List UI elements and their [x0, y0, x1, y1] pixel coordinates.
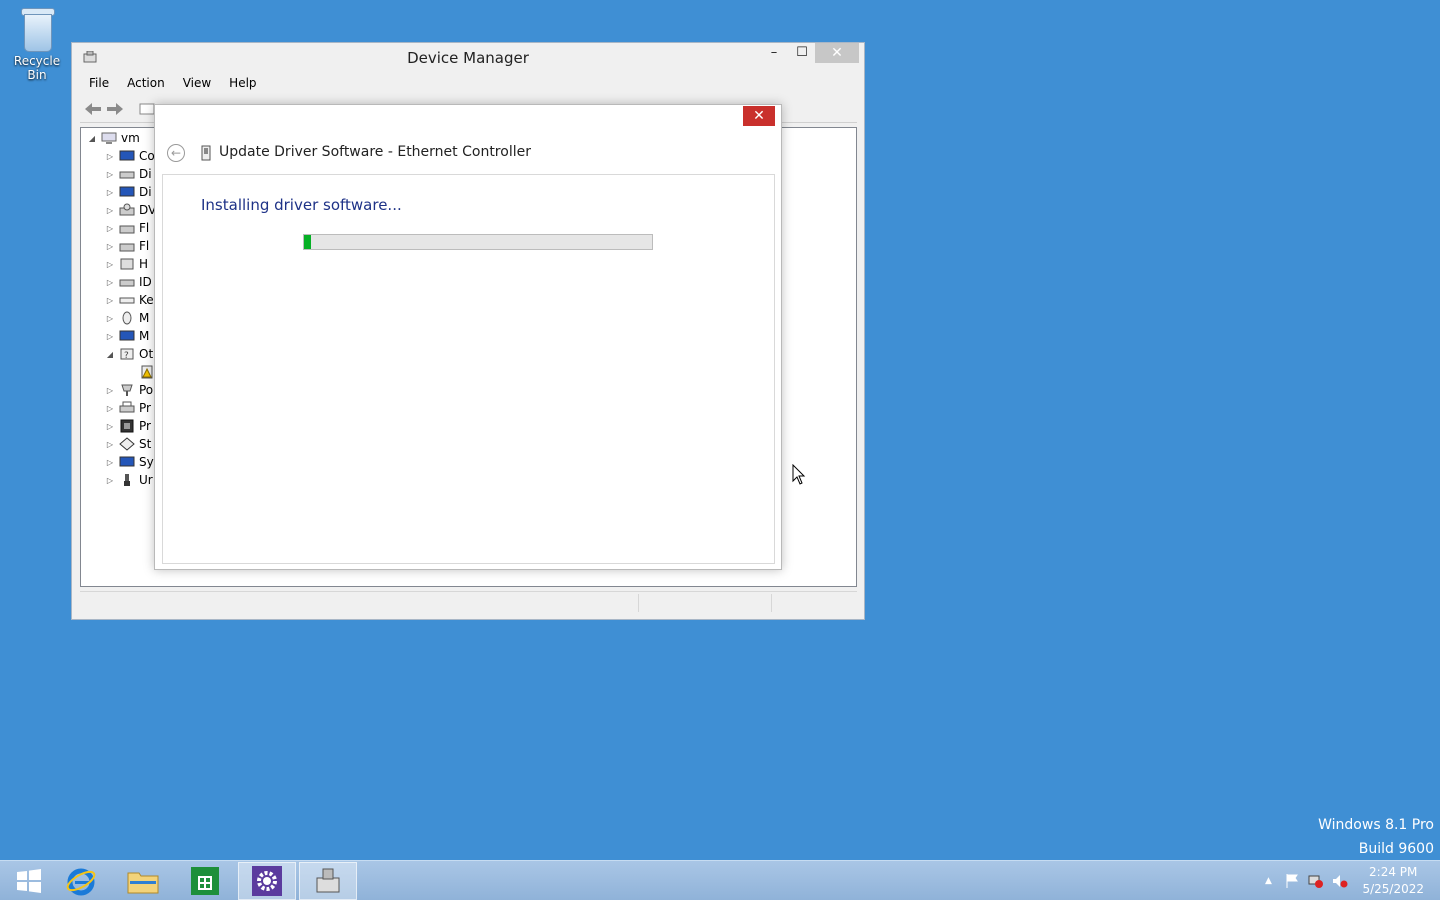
tree-item[interactable]: ▷ M	[103, 327, 149, 345]
tree-root[interactable]: ◢ vm	[85, 129, 140, 147]
store-icon	[191, 867, 219, 895]
back-arrow-icon[interactable]: ←	[167, 144, 185, 162]
network-error-icon[interactable]	[1308, 873, 1324, 889]
recycle-bin-label: Recycle Bin	[13, 54, 61, 82]
network-adapter-icon	[201, 145, 211, 161]
taskbar-file-explorer[interactable]	[114, 862, 172, 900]
status-segment	[771, 594, 858, 612]
taskbar-clock[interactable]: 2:24 PM 5/25/2022	[1362, 864, 1424, 898]
status-message: Installing driver software...	[201, 196, 402, 214]
system-tray: ▲	[1265, 861, 1348, 900]
menu-file[interactable]: File	[80, 74, 118, 94]
minimize-button[interactable]: –	[760, 43, 788, 63]
tree-item[interactable]: ▷ Fl	[103, 219, 149, 237]
tree-item[interactable]: ▷ Sy	[103, 453, 154, 471]
taskbar-internet-explorer[interactable]	[52, 862, 110, 900]
taskbar-device-manager[interactable]	[299, 862, 357, 900]
progress-fill	[304, 235, 311, 249]
tree-item[interactable]: ▷ Po	[103, 381, 153, 399]
settings-icon	[252, 866, 282, 896]
printer-icon	[119, 401, 135, 413]
tree-item[interactable]: ▷ ID	[103, 273, 152, 291]
ide-controller-icon	[119, 279, 135, 287]
tree-root-label: vm	[121, 131, 140, 145]
volume-muted-icon[interactable]	[1332, 873, 1348, 889]
menu-view[interactable]: View	[174, 74, 220, 94]
tree-item[interactable]: ▷ Pr	[103, 399, 151, 417]
title-bar[interactable]: Device Manager – ☐ ✕	[72, 43, 864, 73]
update-driver-dialog: ✕ ← Update Driver Software - Ethernet Co…	[154, 104, 782, 570]
usb-controller-icon	[124, 474, 130, 486]
start-button[interactable]	[0, 862, 58, 900]
tree-item[interactable]: ▷ DV	[103, 201, 156, 219]
floppy-drive-icon	[119, 243, 135, 252]
clock-time: 2:24 PM	[1369, 865, 1418, 879]
taskbar-settings[interactable]	[238, 862, 296, 900]
file-explorer-icon	[127, 872, 159, 894]
svg-text:?: ?	[124, 351, 129, 361]
floppy-controller-icon	[119, 225, 135, 234]
collapse-arrow-icon[interactable]: ◢	[85, 134, 99, 143]
menu-action[interactable]: Action	[118, 74, 174, 94]
processor-icon	[120, 419, 134, 433]
tree-item[interactable]: ▷ Ke	[103, 291, 154, 309]
install-progress-bar	[303, 234, 653, 250]
edition-watermark: Windows 8.1 Pro	[1318, 817, 1434, 833]
tree-item[interactable]: ▷ Ur	[103, 471, 153, 489]
warning-device-icon	[141, 365, 153, 379]
other-devices-icon: ?	[120, 348, 134, 361]
tree-item[interactable]: ▷ Di	[103, 165, 152, 183]
build-watermark: Build 9600	[1358, 841, 1434, 857]
computer-icon	[101, 132, 117, 144]
display-adapter-icon	[119, 186, 135, 197]
device-manager-icon	[316, 868, 340, 893]
dialog-close-button[interactable]: ✕	[743, 106, 775, 126]
tree-item[interactable]: ▷ St	[103, 435, 151, 453]
clock-date: 5/25/2022	[1362, 882, 1424, 896]
tree-item[interactable]: ◢? Ot	[103, 345, 153, 363]
back-arrow-icon[interactable]	[84, 101, 102, 117]
windows-logo-icon	[17, 869, 41, 893]
tree-item[interactable]: ▷ H	[103, 255, 148, 273]
menu-help[interactable]: Help	[220, 74, 265, 94]
mouse-icon	[122, 311, 132, 325]
status-bar	[80, 591, 857, 614]
tree-item[interactable]: ▷ Co	[103, 147, 155, 165]
mouse-cursor-icon	[792, 464, 806, 485]
tree-item[interactable]: ▷ Fl	[103, 237, 149, 255]
show-hidden-icons-icon[interactable]: ▲	[1265, 876, 1272, 886]
computer-icon	[119, 150, 135, 161]
tree-item[interactable]: ▷ Di	[103, 183, 152, 201]
keyboard-icon	[119, 297, 135, 304]
maximize-button[interactable]: ☐	[788, 43, 816, 63]
taskbar: ▲ 2:24 PM 5/25/2022	[0, 860, 1440, 900]
forward-arrow-icon[interactable]	[106, 101, 124, 117]
ports-icon	[121, 384, 133, 396]
storage-controller-icon	[119, 437, 135, 451]
status-segment	[638, 594, 771, 612]
window-title: Device Manager	[407, 49, 529, 67]
dvd-drive-icon	[119, 203, 135, 216]
dialog-title: Update Driver Software - Ethernet Contro…	[219, 144, 531, 160]
hid-icon	[120, 258, 134, 270]
disk-drive-icon	[119, 171, 135, 179]
monitor-icon	[119, 330, 135, 341]
menu-bar: File Action View Help	[80, 74, 266, 94]
action-center-flag-icon[interactable]	[1284, 873, 1300, 889]
internet-explorer-icon	[66, 868, 96, 896]
taskbar-store[interactable]	[176, 862, 234, 900]
dialog-content: Installing driver software...	[162, 174, 775, 564]
recycle-bin-shortcut[interactable]: Recycle Bin	[4, 6, 70, 82]
close-button[interactable]: ✕	[815, 43, 859, 63]
recycle-bin-icon	[20, 6, 55, 52]
system-devices-icon	[119, 456, 135, 467]
tree-item[interactable]: ▷ M	[103, 309, 149, 327]
tree-item[interactable]: ▷ Pr	[103, 417, 151, 435]
